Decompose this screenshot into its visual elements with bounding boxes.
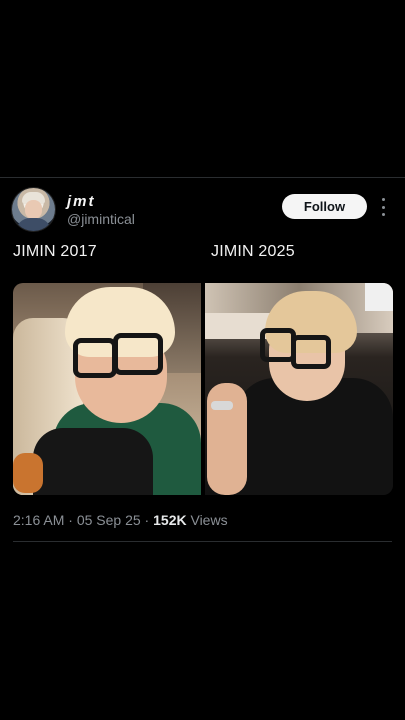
media-grid[interactable]: [13, 283, 393, 495]
photo-left-hand: [13, 453, 43, 493]
author-display-name[interactable]: jmt: [67, 193, 96, 210]
photo-right[interactable]: [205, 283, 393, 495]
bottom-divider: [13, 541, 392, 542]
meta-separator: ·: [140, 512, 154, 528]
follow-button[interactable]: Follow: [282, 194, 367, 219]
tweet-date[interactable]: 05 Sep 25: [77, 512, 141, 528]
author-handle[interactable]: @jimintical: [67, 211, 135, 227]
photo-left-jacket: [33, 428, 153, 495]
photo-left-glasses-lens: [113, 333, 163, 375]
avatar[interactable]: [12, 188, 55, 231]
top-divider: [0, 177, 405, 178]
meta-separator: ·: [64, 512, 77, 528]
photo-left-glasses-lens: [73, 338, 117, 378]
caption-left: JIMIN 2017: [13, 243, 97, 260]
photo-left[interactable]: [13, 283, 201, 495]
views-count[interactable]: 152K: [153, 512, 186, 528]
photo-right-watch: [211, 401, 233, 410]
caption-right: JIMIN 2025: [211, 243, 295, 260]
avatar-shoulders: [16, 218, 51, 231]
tweet-time[interactable]: 2:16 AM: [13, 512, 64, 528]
photo-right-glasses-lens: [291, 335, 331, 369]
photo-right-frame: [365, 283, 393, 311]
views-label: Views: [186, 512, 228, 528]
avatar-face: [25, 200, 42, 219]
tweet-meta: 2:16 AM · 05 Sep 25 · 152K Views: [13, 512, 228, 528]
photo-right-arm: [207, 383, 247, 495]
more-vertical-icon[interactable]: [379, 198, 387, 216]
